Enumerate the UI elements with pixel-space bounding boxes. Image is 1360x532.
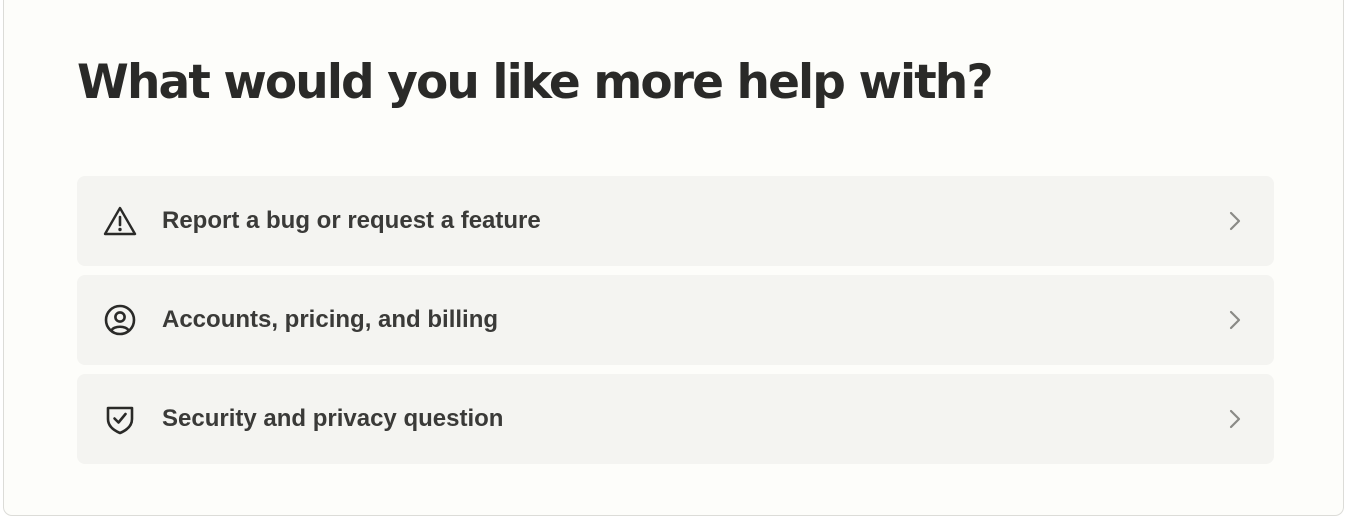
option-report-bug[interactable]: Report a bug or request a feature — [77, 176, 1274, 266]
option-label: Security and privacy question — [162, 405, 504, 432]
option-accounts-billing[interactable]: Accounts, pricing, and billing — [77, 275, 1274, 365]
option-security-privacy[interactable]: Security and privacy question — [77, 374, 1274, 464]
shield-check-icon — [102, 401, 138, 437]
option-label: Report a bug or request a feature — [162, 207, 541, 234]
help-options-list: Report a bug or request a feature Accoun… — [77, 176, 1274, 473]
chevron-right-icon — [1222, 308, 1246, 332]
help-card: What would you like more help with? Repo… — [3, 0, 1344, 516]
chevron-right-icon — [1222, 209, 1246, 233]
option-label: Accounts, pricing, and billing — [162, 306, 499, 333]
warning-triangle-icon — [102, 203, 138, 239]
page-title: What would you like more help with? — [77, 55, 994, 110]
user-circle-icon — [102, 302, 138, 338]
chevron-right-icon — [1222, 407, 1246, 431]
